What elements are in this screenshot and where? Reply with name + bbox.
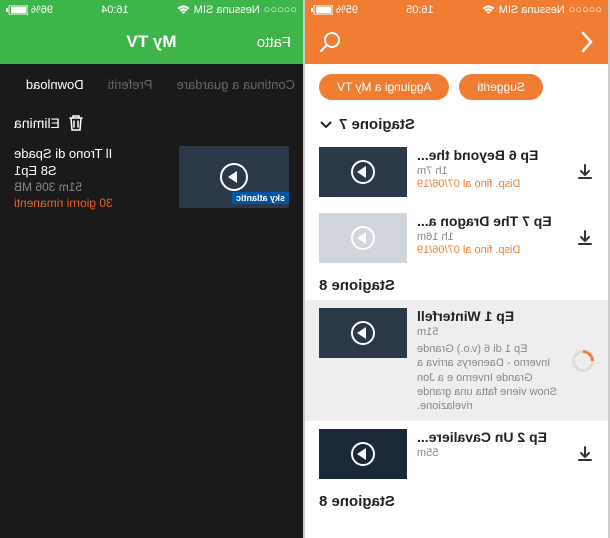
download-icon[interactable] bbox=[576, 163, 594, 181]
status-bar: ○○○○○ Nessuna SIM 16:04 96% bbox=[0, 0, 303, 20]
tab-favorites[interactable]: Preferiti bbox=[108, 77, 153, 92]
battery-icon bbox=[6, 5, 28, 15]
episode-description: Ep 1 di 6 (v.o.) Grande Inverno - Daener… bbox=[417, 342, 562, 413]
episode-row[interactable]: Ep 6 Beyond the... 1h 7m Disp. fino al 0… bbox=[305, 139, 608, 205]
play-icon bbox=[351, 442, 375, 466]
episode-duration: 1h 16m bbox=[417, 231, 566, 243]
chevron-down-icon bbox=[319, 120, 333, 130]
trash-icon bbox=[68, 114, 84, 132]
download-icon[interactable] bbox=[576, 229, 594, 247]
season-header[interactable]: Stagione 7 bbox=[305, 110, 608, 139]
carrier-label: Nessuna SIM bbox=[499, 4, 565, 16]
season-label: Stagione 8 bbox=[319, 277, 395, 294]
episode-title: Ep 2 Un Cavaliere... bbox=[417, 429, 566, 445]
episode-title: Ep 1 Winterfell bbox=[417, 308, 562, 324]
download-icon[interactable] bbox=[576, 445, 594, 463]
episode-duration: 51m bbox=[417, 326, 562, 338]
episode-thumbnail[interactable] bbox=[319, 147, 407, 197]
signal-dots-icon: ○○○○○ bbox=[569, 4, 602, 16]
episode-row[interactable]: Ep 1 Winterfell 51m Ep 1 di 6 (v.o.) Gra… bbox=[305, 300, 608, 421]
right-screen: ○○○○○ Nessuna SIM 16:05 95% Suggeriti Ag… bbox=[305, 0, 608, 538]
wifi-icon bbox=[177, 5, 190, 15]
episode-thumbnail[interactable] bbox=[319, 429, 407, 479]
play-icon bbox=[351, 160, 375, 184]
download-item[interactable]: sky atlantic Il Trono di Spade S8 Ep1 51… bbox=[0, 142, 303, 214]
tab-download[interactable]: Download bbox=[26, 77, 84, 92]
app-header: Fatto My TV bbox=[0, 20, 303, 64]
expiry-label: 30 giorni rimanenti bbox=[14, 196, 167, 210]
episode-label: S8 Ep1 bbox=[14, 163, 167, 178]
signal-dots-icon: ○○○○○ bbox=[264, 4, 297, 16]
battery-icon bbox=[311, 5, 333, 15]
season-header[interactable]: Stagione 8 bbox=[305, 487, 608, 516]
battery-percent: 96% bbox=[31, 4, 53, 16]
episode-thumbnail[interactable]: sky atlantic bbox=[179, 146, 289, 208]
channel-badge: sky atlantic bbox=[232, 192, 289, 204]
episode-row[interactable]: Ep 7 The Dragon a... 1h 16m Disp. fino a… bbox=[305, 205, 608, 271]
delete-label: Elimina bbox=[14, 115, 60, 131]
episode-duration: 55m bbox=[417, 447, 566, 459]
episode-thumbnail[interactable] bbox=[319, 308, 407, 358]
episode-availability: Disp. fino al 07/06/19 bbox=[417, 178, 566, 190]
play-icon bbox=[351, 226, 375, 250]
back-button[interactable] bbox=[580, 31, 594, 53]
season-label: Stagione 7 bbox=[339, 116, 415, 133]
downloading-icon[interactable] bbox=[572, 350, 594, 372]
status-bar: ○○○○○ Nessuna SIM 16:05 95% bbox=[305, 0, 608, 20]
play-icon bbox=[351, 321, 375, 345]
clock-label: 16:05 bbox=[406, 4, 434, 16]
season-label: Stagione 8 bbox=[319, 493, 395, 510]
page-title: My TV bbox=[0, 32, 303, 52]
episode-availability: Disp. fino al 07/06/19 bbox=[417, 244, 566, 256]
episode-title: Ep 7 The Dragon a... bbox=[417, 213, 566, 229]
episode-title: Ep 6 Beyond the... bbox=[417, 147, 566, 163]
tab-continue-watching[interactable]: Continua a guardare bbox=[176, 77, 295, 92]
battery-percent: 95% bbox=[336, 4, 358, 16]
episode-thumbnail[interactable] bbox=[319, 213, 407, 263]
show-title: Il Trono di Spade bbox=[14, 146, 167, 161]
search-button[interactable] bbox=[319, 31, 341, 53]
suggested-button[interactable]: Suggeriti bbox=[460, 74, 543, 100]
left-screen: ○○○○○ Nessuna SIM 16:04 96% Fatto My TV … bbox=[0, 0, 303, 538]
action-pills: Suggeriti Aggiungi a My TV bbox=[305, 64, 608, 110]
wifi-icon bbox=[482, 5, 495, 15]
tab-bar: Continua a guardare Preferiti Download bbox=[0, 64, 303, 104]
carrier-label: Nessuna SIM bbox=[194, 4, 260, 16]
size-label: 51m 306 MB bbox=[14, 180, 167, 194]
play-icon bbox=[220, 163, 248, 191]
episode-row[interactable]: Ep 2 Un Cavaliere... 55m bbox=[305, 421, 608, 487]
clock-label: 16:04 bbox=[101, 4, 129, 16]
delete-button[interactable]: Elimina bbox=[0, 104, 303, 142]
episode-duration: 1h 7m bbox=[417, 165, 566, 177]
app-header bbox=[305, 20, 608, 64]
download-meta: Il Trono di Spade S8 Ep1 51m 306 MB 30 g… bbox=[14, 146, 167, 210]
add-mytv-button[interactable]: Aggiungi a My TV bbox=[319, 74, 450, 100]
season-header[interactable]: Stagione 8 bbox=[305, 271, 608, 300]
